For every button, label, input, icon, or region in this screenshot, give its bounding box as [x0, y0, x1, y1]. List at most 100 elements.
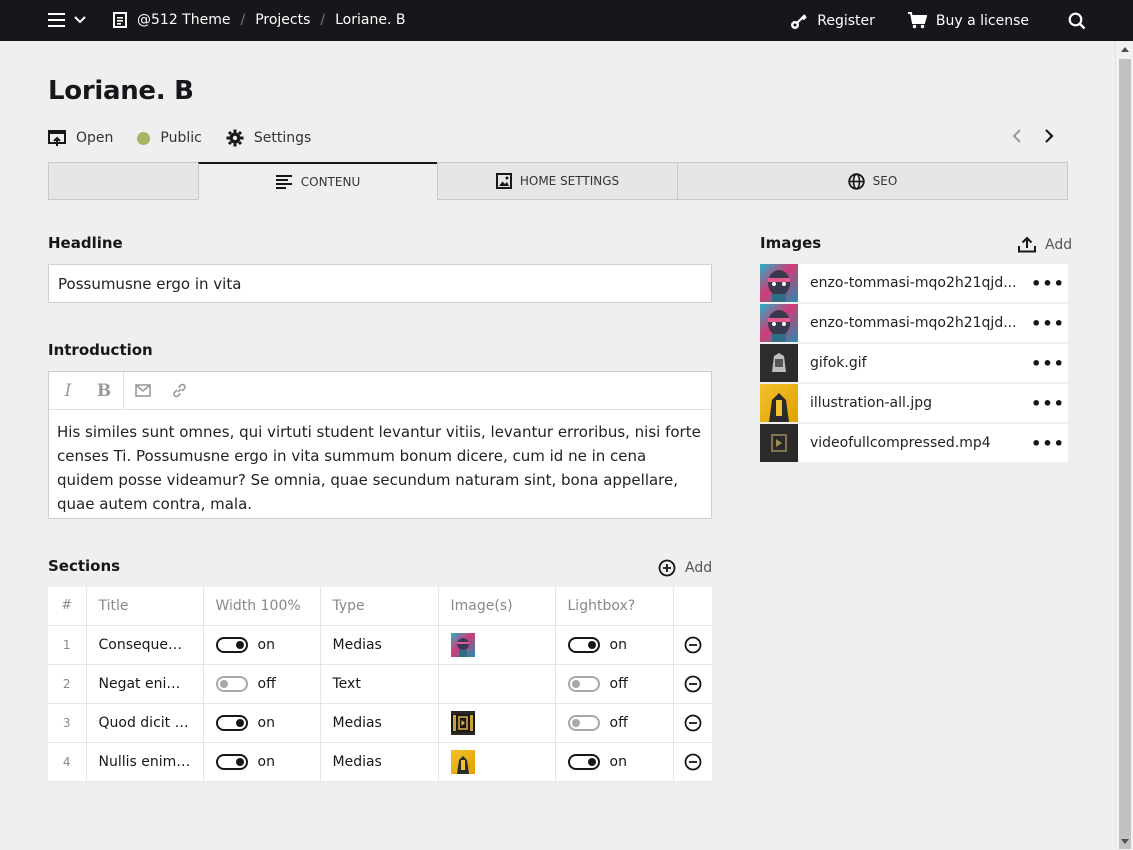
- more-options-icon[interactable]: •••: [1028, 394, 1068, 413]
- image-thumbnail: [760, 384, 798, 422]
- lightbox-toggle[interactable]: off: [567, 675, 628, 692]
- add-section-label: Add: [685, 560, 713, 576]
- scrollbar-thumb[interactable]: [1119, 59, 1131, 849]
- row-title[interactable]: Consequenti...: [86, 625, 204, 665]
- chevron-down-icon: [74, 16, 86, 24]
- add-section-button[interactable]: Add: [658, 559, 712, 577]
- more-options-icon[interactable]: •••: [1028, 434, 1068, 453]
- row-type: Text: [320, 664, 439, 704]
- table-row[interactable]: 3 Quod dicit E... on Medias off: [48, 703, 712, 743]
- lightbox-toggle[interactable]: on: [567, 636, 627, 653]
- tab-contenu[interactable]: CONTENU: [198, 162, 438, 200]
- row-number: 2: [48, 664, 87, 704]
- image-icon: [495, 173, 512, 189]
- list-item[interactable]: illustration-all.jpg •••: [760, 384, 1068, 422]
- breadcrumb-theme[interactable]: @512 Theme: [137, 12, 230, 28]
- tab-seo-label: SEO: [872, 174, 898, 188]
- col-lightbox: Lightbox?: [555, 587, 674, 626]
- width-toggle[interactable]: on: [215, 714, 275, 731]
- more-options-icon[interactable]: •••: [1028, 354, 1068, 373]
- more-options-icon[interactable]: •••: [1028, 314, 1068, 333]
- images-list: enzo-tommasi-mqo2h21qjd... ••• enzo-tomm…: [760, 264, 1068, 464]
- buy-license-label: Buy a license: [935, 12, 1029, 29]
- lightbox-toggle-label: off: [609, 714, 628, 731]
- image-thumbnail[interactable]: [450, 632, 475, 657]
- list-item[interactable]: enzo-tommasi-mqo2h21qjd... •••: [760, 304, 1068, 342]
- scroll-up-arrow[interactable]: [1121, 47, 1129, 52]
- width-toggle-label: on: [257, 714, 275, 731]
- chevron-right-icon[interactable]: [1044, 128, 1054, 144]
- table-row[interactable]: 4 Nullis enim p... on Medias on: [48, 742, 712, 782]
- remove-circle-icon[interactable]: [684, 675, 702, 693]
- headline-field[interactable]: Possumusne ergo in vita: [48, 264, 712, 303]
- lightbox-toggle-label: on: [609, 636, 627, 653]
- open-button[interactable]: Open: [48, 129, 113, 147]
- bold-icon[interactable]: B: [95, 381, 113, 401]
- remove-circle-icon[interactable]: [684, 753, 702, 771]
- breadcrumb-current[interactable]: Loriane. B: [335, 12, 405, 28]
- register-button[interactable]: Register: [790, 12, 875, 30]
- width-toggle[interactable]: on: [215, 753, 275, 770]
- tab-seo[interactable]: SEO: [677, 162, 1068, 200]
- settings-button[interactable]: Settings: [226, 129, 311, 147]
- plus-circle-icon: [658, 559, 676, 577]
- breadcrumb-separator: /: [240, 12, 246, 28]
- width-toggle-label: on: [257, 636, 275, 653]
- image-filename: enzo-tommasi-mqo2h21qjd...: [810, 315, 1017, 331]
- list-item[interactable]: enzo-tommasi-mqo2h21qjd... •••: [760, 264, 1068, 302]
- link-icon[interactable]: [170, 382, 188, 399]
- introduction-text[interactable]: His similes sunt omnes, qui virtuti stud…: [49, 410, 711, 526]
- row-title[interactable]: Nullis enim p...: [86, 742, 204, 782]
- scroll-down-arrow[interactable]: [1121, 839, 1129, 844]
- more-options-icon[interactable]: •••: [1028, 274, 1068, 293]
- row-title[interactable]: Negat enim t...: [86, 664, 204, 704]
- list-item[interactable]: gifok.gif •••: [760, 344, 1068, 382]
- tab-home-settings[interactable]: HOME SETTINGS: [437, 162, 678, 200]
- top-bar: @512 Theme / Projects / Loriane. B Regis…: [0, 0, 1133, 41]
- tab-blank[interactable]: [48, 162, 199, 200]
- email-icon[interactable]: [134, 384, 152, 397]
- row-number: 4: [48, 742, 87, 782]
- video-thumbnail[interactable]: [450, 710, 475, 735]
- width-toggle[interactable]: off: [215, 675, 276, 692]
- register-label: Register: [817, 12, 875, 29]
- breadcrumb-separator: /: [320, 12, 326, 28]
- headline-label: Headline: [48, 234, 123, 252]
- toggle-switch-icon: [215, 636, 248, 653]
- status-toggle[interactable]: Public: [137, 130, 202, 146]
- toggle-switch-icon: [215, 714, 248, 731]
- row-type: Medias: [320, 703, 439, 743]
- hamburger-icon: [48, 13, 65, 27]
- search-button[interactable]: [1068, 12, 1086, 30]
- lightbox-toggle[interactable]: off: [567, 714, 628, 731]
- lightbox-toggle[interactable]: on: [567, 753, 627, 770]
- vertical-scrollbar[interactable]: [1115, 41, 1133, 850]
- row-title[interactable]: Quod dicit E...: [86, 703, 204, 743]
- editor-toolbar: I B: [49, 372, 711, 410]
- width-toggle[interactable]: on: [215, 636, 275, 653]
- page-actions: Open Public Settings: [48, 128, 335, 148]
- italic-icon[interactable]: I: [59, 381, 77, 401]
- add-image-button[interactable]: Add: [1018, 236, 1072, 253]
- row-number: 1: [48, 625, 87, 665]
- toggle-switch-icon: [567, 714, 600, 731]
- table-row[interactable]: 1 Consequenti... on Medias on: [48, 625, 712, 665]
- menu-button[interactable]: [48, 12, 86, 28]
- chevron-left-icon[interactable]: [1012, 128, 1022, 144]
- width-toggle-label: off: [257, 675, 276, 692]
- introduction-label: Introduction: [48, 341, 153, 359]
- breadcrumb-projects[interactable]: Projects: [255, 12, 310, 28]
- buy-license-button[interactable]: Buy a license: [907, 12, 1029, 29]
- image-thumbnail[interactable]: [450, 749, 475, 774]
- row-type: Medias: [320, 625, 439, 665]
- add-image-label: Add: [1045, 236, 1073, 253]
- table-row[interactable]: 2 Negat enim t... off Text off: [48, 664, 712, 704]
- page-title: Loriane. B: [48, 76, 194, 106]
- breadcrumb: @512 Theme / Projects / Loriane. B: [113, 12, 405, 28]
- tab-contenu-label: CONTENU: [300, 174, 361, 189]
- remove-circle-icon[interactable]: [684, 636, 702, 654]
- list-item[interactable]: videofullcompressed.mp4 •••: [760, 424, 1068, 462]
- gear-icon: [226, 129, 244, 147]
- remove-circle-icon[interactable]: [684, 714, 702, 732]
- col-title: Title: [86, 587, 204, 626]
